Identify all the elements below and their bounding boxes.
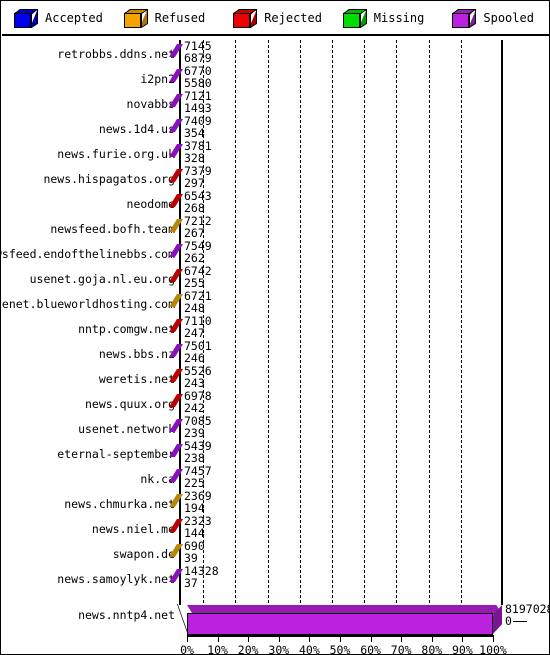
category-label: news.quux.org bbox=[84, 397, 175, 411]
bar-value-lower: 0 bbox=[505, 614, 512, 628]
bar-value-lower: 1493 bbox=[184, 101, 212, 115]
category-label: weretis.net bbox=[98, 372, 175, 386]
x-tick-mark bbox=[217, 637, 219, 642]
x-tick-mark bbox=[401, 637, 403, 642]
category-label: nk.ca bbox=[140, 472, 175, 486]
x-tick-mark bbox=[370, 637, 372, 642]
bar-value-lower: 6879 bbox=[184, 51, 212, 65]
x-tick-mark bbox=[462, 637, 464, 642]
category-label: nntp.comgw.net bbox=[78, 322, 175, 336]
bar-value-lower: 238 bbox=[184, 451, 205, 465]
gridline-vertical bbox=[364, 40, 366, 603]
category-label: news.samoylyk.net bbox=[57, 572, 175, 586]
plot-right-border bbox=[501, 40, 503, 605]
legend-label: Missing bbox=[373, 11, 425, 25]
bar-value-lower: 328 bbox=[184, 151, 205, 165]
legend-item-rejected: Rejected bbox=[221, 8, 331, 28]
value-leader-line bbox=[513, 621, 527, 622]
x-tick-mark bbox=[340, 637, 341, 642]
category-label: newsfeed.bofh.team bbox=[50, 222, 175, 236]
bar-value-lower: 194 bbox=[184, 501, 205, 515]
chart-legend: Accepted Refused Rejected Missing Spooled bbox=[2, 2, 549, 36]
gridline-vertical bbox=[396, 40, 398, 603]
bar-value-lower: 267 bbox=[184, 226, 205, 240]
bar-value-lower: 255 bbox=[184, 276, 205, 290]
bar-value-lower: 297 bbox=[184, 176, 205, 190]
bar-value-lower: 5580 bbox=[184, 76, 212, 90]
category-label: news.chmurka.net bbox=[64, 497, 175, 511]
bar-value-lower: 246 bbox=[184, 351, 205, 365]
x-tick-label: 100% bbox=[479, 643, 507, 655]
bar-value-lower: 242 bbox=[184, 401, 205, 415]
legend-item-refused: Refused bbox=[112, 8, 222, 28]
x-tick-mark bbox=[278, 637, 280, 642]
category-label: news.1d4.us bbox=[98, 122, 175, 136]
category-label: swapon.de bbox=[112, 547, 175, 561]
cube-icon bbox=[123, 8, 148, 28]
category-label: news.nntp4.net bbox=[78, 608, 175, 622]
legend-item-accepted: Accepted bbox=[2, 8, 112, 28]
bar-value-lower: 354 bbox=[184, 126, 205, 140]
category-label: news.bbs.nz bbox=[98, 347, 175, 361]
chart-container: Accepted Refused Rejected Missing Spooled re… bbox=[0, 0, 550, 655]
gridline-vertical bbox=[267, 40, 269, 603]
gridline-vertical bbox=[332, 40, 333, 603]
category-label: eternal-september bbox=[57, 447, 175, 461]
cube-icon bbox=[342, 8, 367, 28]
legend-label: Rejected bbox=[264, 11, 322, 25]
legend-item-spooled: Spooled bbox=[440, 8, 549, 28]
bar-value-lower: 247 bbox=[184, 326, 205, 340]
bar-value-lower: 262 bbox=[184, 251, 205, 265]
legend-label: Refused bbox=[154, 11, 206, 25]
bar-value-lower: 39 bbox=[184, 551, 198, 565]
category-label: usenet.blueworldhosting.com bbox=[0, 297, 175, 311]
category-label: retrobbs.ddns.net bbox=[57, 47, 175, 61]
category-label: neodome bbox=[126, 197, 175, 211]
legend-label: Spooled bbox=[483, 11, 534, 25]
bar-value-lower: 225 bbox=[184, 476, 205, 490]
plot-area: retrobbs.ddns.net 7145 6879 i2pn2 6770 5580 no… bbox=[0, 37, 549, 655]
category-label: novabbs bbox=[126, 97, 175, 111]
x-tick-mark bbox=[187, 637, 188, 642]
x-tick-mark bbox=[309, 637, 311, 642]
bar-front-face bbox=[187, 613, 493, 635]
category-label: usenet.network bbox=[78, 422, 175, 436]
bar-value-lower: 37 bbox=[184, 576, 198, 590]
category-label: news.niel.me bbox=[91, 522, 175, 536]
category-label: news.hispagatos.org bbox=[43, 172, 175, 186]
category-label: i2pn2 bbox=[140, 72, 175, 86]
gridline-vertical bbox=[428, 40, 430, 603]
cube-icon bbox=[233, 8, 258, 28]
cube-icon bbox=[452, 8, 477, 28]
gridline-vertical bbox=[299, 40, 301, 603]
gridline-vertical bbox=[460, 40, 462, 603]
bar-value-lower: 248 bbox=[184, 301, 205, 315]
cube-icon bbox=[14, 8, 38, 28]
legend-label: Accepted bbox=[45, 11, 103, 25]
bar-value-lower: 239 bbox=[184, 426, 205, 440]
category-label: usenet.goja.nl.eu.org bbox=[29, 272, 175, 286]
bar-value-lower: 144 bbox=[184, 526, 205, 540]
category-label: news.furie.org.uk bbox=[57, 147, 175, 161]
legend-item-missing: Missing bbox=[331, 8, 441, 28]
category-label: newsfeed.endofthelinebbs.com bbox=[0, 247, 175, 261]
gridline-vertical bbox=[235, 40, 237, 603]
x-tick-mark bbox=[431, 637, 433, 642]
x-tick-mark bbox=[248, 637, 250, 642]
x-tick-mark bbox=[493, 637, 494, 642]
bar-value-lower: 243 bbox=[184, 376, 205, 390]
bar-value-lower: 268 bbox=[184, 201, 205, 215]
